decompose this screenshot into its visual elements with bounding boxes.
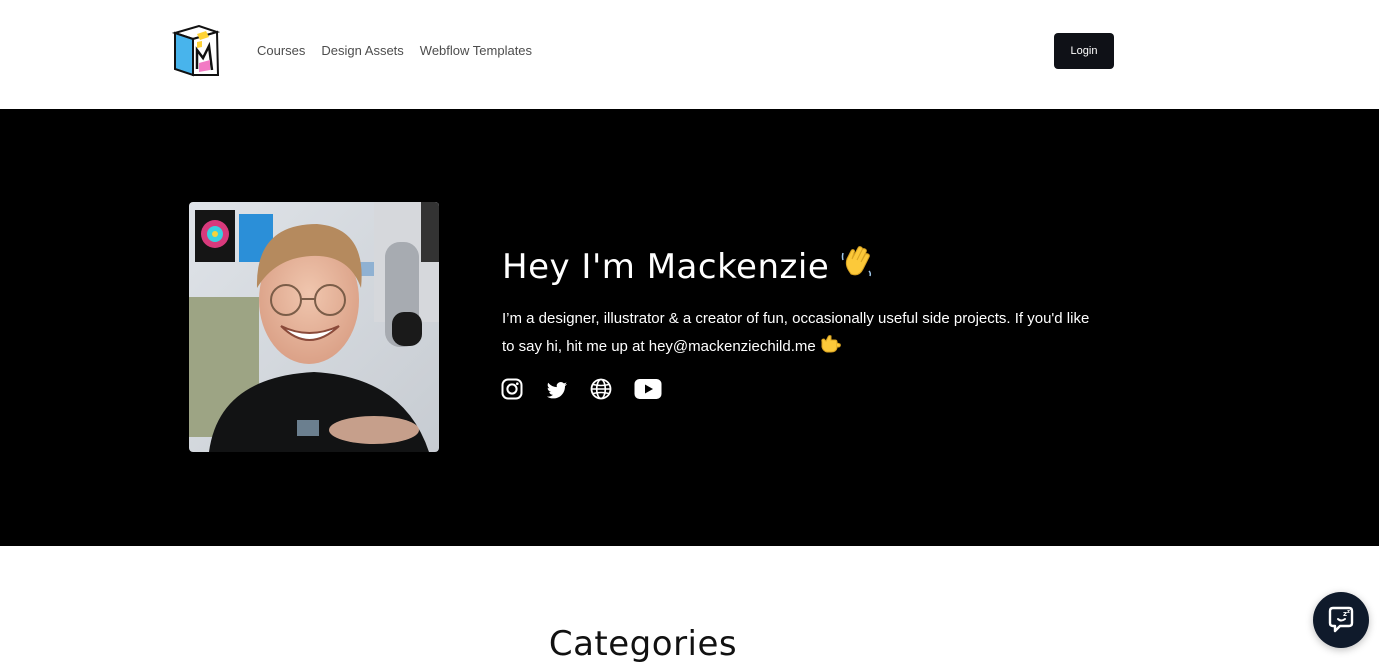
categories-title: Categories	[548, 624, 738, 664]
globe-icon[interactable]	[590, 378, 612, 405]
waving-hand-icon	[839, 243, 875, 290]
hero-title-text: Hey I'm Mackenzie	[502, 246, 830, 287]
site-logo[interactable]	[171, 24, 221, 77]
hero-bio-text: I’m a designer, illustrator & a creator …	[502, 310, 1090, 355]
categories-section: Categories	[0, 546, 1379, 664]
hero-section: Hey I'm Mackenzie I’m a designer, illust…	[0, 109, 1379, 546]
twitter-icon[interactable]	[546, 381, 568, 406]
chat-widget-button[interactable]: z z	[1313, 592, 1369, 648]
nav-link-webflow-templates[interactable]: Webflow Templates	[420, 43, 532, 59]
logo-cube-icon	[171, 24, 221, 77]
chat-sleep-icon: z z	[1328, 606, 1354, 633]
instagram-icon[interactable]	[501, 378, 523, 405]
call-me-hand-icon	[819, 333, 841, 365]
main-nav: Courses Design Assets Webflow Templates	[257, 43, 532, 59]
hero-title: Hey I'm Mackenzie	[502, 243, 875, 290]
login-button[interactable]: Login	[1054, 33, 1114, 69]
hero-bio: I’m a designer, illustrator & a creator …	[502, 305, 1102, 365]
svg-text:z: z	[1347, 609, 1350, 615]
youtube-icon[interactable]	[634, 378, 662, 405]
profile-photo	[189, 202, 439, 452]
nav-link-courses[interactable]: Courses	[257, 43, 305, 59]
top-navigation: Courses Design Assets Webflow Templates …	[0, 0, 1379, 109]
nav-link-design-assets[interactable]: Design Assets	[321, 43, 403, 59]
